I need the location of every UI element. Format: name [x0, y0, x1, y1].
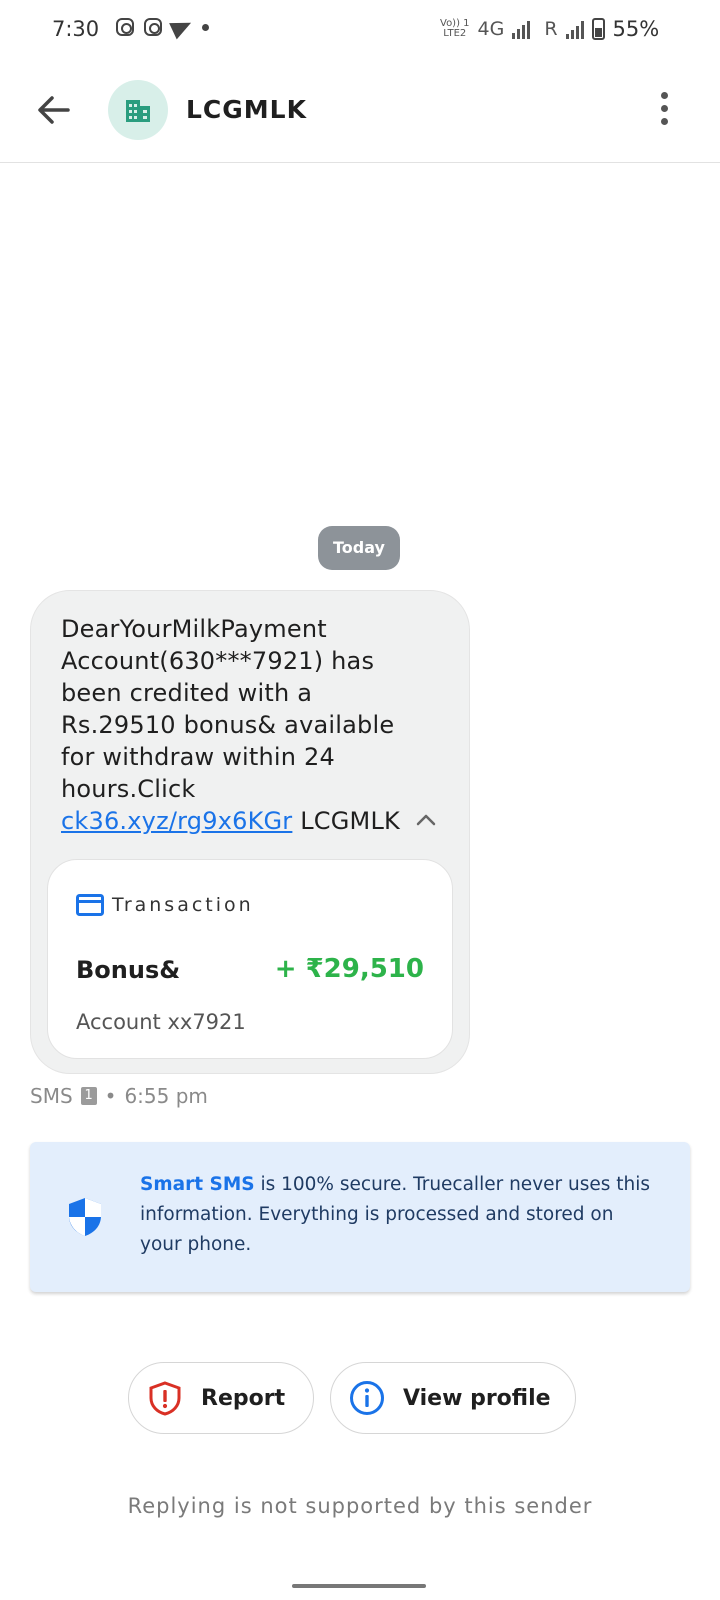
- message-body: DearYourMilkPayment Account(630***7921) …: [61, 615, 395, 803]
- notification-icons: [116, 14, 209, 40]
- signal-strength-icon: [565, 19, 584, 39]
- message-link[interactable]: ck36.xyz/rg9x6KGr: [61, 807, 292, 835]
- instagram-icon: [116, 18, 134, 36]
- home-indicator[interactable]: [292, 1584, 426, 1588]
- more-options-button[interactable]: [658, 92, 670, 132]
- conversation-header: LCGMLK: [0, 60, 720, 163]
- transaction-account: Account xx7921: [76, 1010, 246, 1034]
- more-notifications-dot-icon: [202, 23, 209, 31]
- network-type-label: 4G: [477, 18, 505, 40]
- message-time: 6:55 pm: [124, 1084, 208, 1108]
- date-chip: Today: [318, 526, 400, 570]
- roaming-label: R: [544, 18, 558, 40]
- building-icon: [126, 100, 150, 122]
- status-indicators: Vo)) 1 LTE2 4G R 55%: [440, 17, 659, 41]
- message-meta: SMS 1 • 6:55 pm: [30, 1084, 208, 1108]
- view-profile-label: View profile: [403, 1385, 551, 1411]
- sim-badge-icon: 1: [80, 1087, 97, 1105]
- message-text: DearYourMilkPayment Account(630***7921) …: [61, 613, 421, 837]
- more-vert-dot: [660, 118, 668, 125]
- sender-name[interactable]: LCGMLK: [186, 95, 307, 124]
- report-label: Report: [201, 1385, 286, 1411]
- credit-card-icon: [76, 894, 104, 916]
- status-bar: 7:30 Vo)) 1 LTE2 4G R 55%: [0, 0, 720, 60]
- transaction-label: Bonus&: [76, 956, 181, 984]
- message-signature: LCGMLK: [292, 807, 400, 835]
- telegram-icon: [169, 14, 195, 40]
- smart-sms-title: Smart SMS: [140, 1174, 255, 1195]
- meta-separator: •: [104, 1084, 117, 1108]
- more-vert-dot: [660, 105, 668, 112]
- volte-bottom-label: LTE2: [443, 28, 467, 39]
- status-time: 7:30: [52, 17, 100, 41]
- sender-avatar[interactable]: [108, 80, 168, 140]
- transaction-amount: + ₹29,510: [274, 954, 424, 984]
- smart-sms-info-text: Smart SMS is 100% secure. Truecaller nev…: [140, 1170, 660, 1260]
- instagram-icon: [144, 18, 162, 36]
- message-channel: SMS: [30, 1084, 73, 1108]
- message-bubble[interactable]: DearYourMilkPayment Account(630***7921) …: [30, 590, 470, 1074]
- battery-percentage: 55%: [612, 17, 660, 41]
- battery-icon: [591, 18, 605, 40]
- info-icon: [350, 1381, 384, 1415]
- reply-not-supported-note: Replying is not supported by this sender: [127, 1494, 593, 1518]
- report-button[interactable]: Report: [128, 1362, 314, 1434]
- transaction-card[interactable]: Transaction Bonus& + ₹29,510 Account xx7…: [47, 859, 453, 1059]
- more-vert-icon: [660, 92, 668, 99]
- back-button[interactable]: [34, 90, 74, 130]
- arrow-back-icon: [38, 96, 70, 124]
- report-shield-icon: [149, 1381, 181, 1416]
- transaction-title: Transaction: [112, 894, 254, 916]
- view-profile-button[interactable]: View profile: [330, 1362, 576, 1434]
- chevron-up-icon[interactable]: [415, 809, 437, 831]
- volte-indicator: Vo)) 1 LTE2: [440, 19, 470, 39]
- signal-strength-icon: [512, 19, 531, 39]
- smart-sms-banner: Smart SMS is 100% secure. Truecaller nev…: [30, 1142, 690, 1292]
- shield-icon: [69, 1198, 101, 1236]
